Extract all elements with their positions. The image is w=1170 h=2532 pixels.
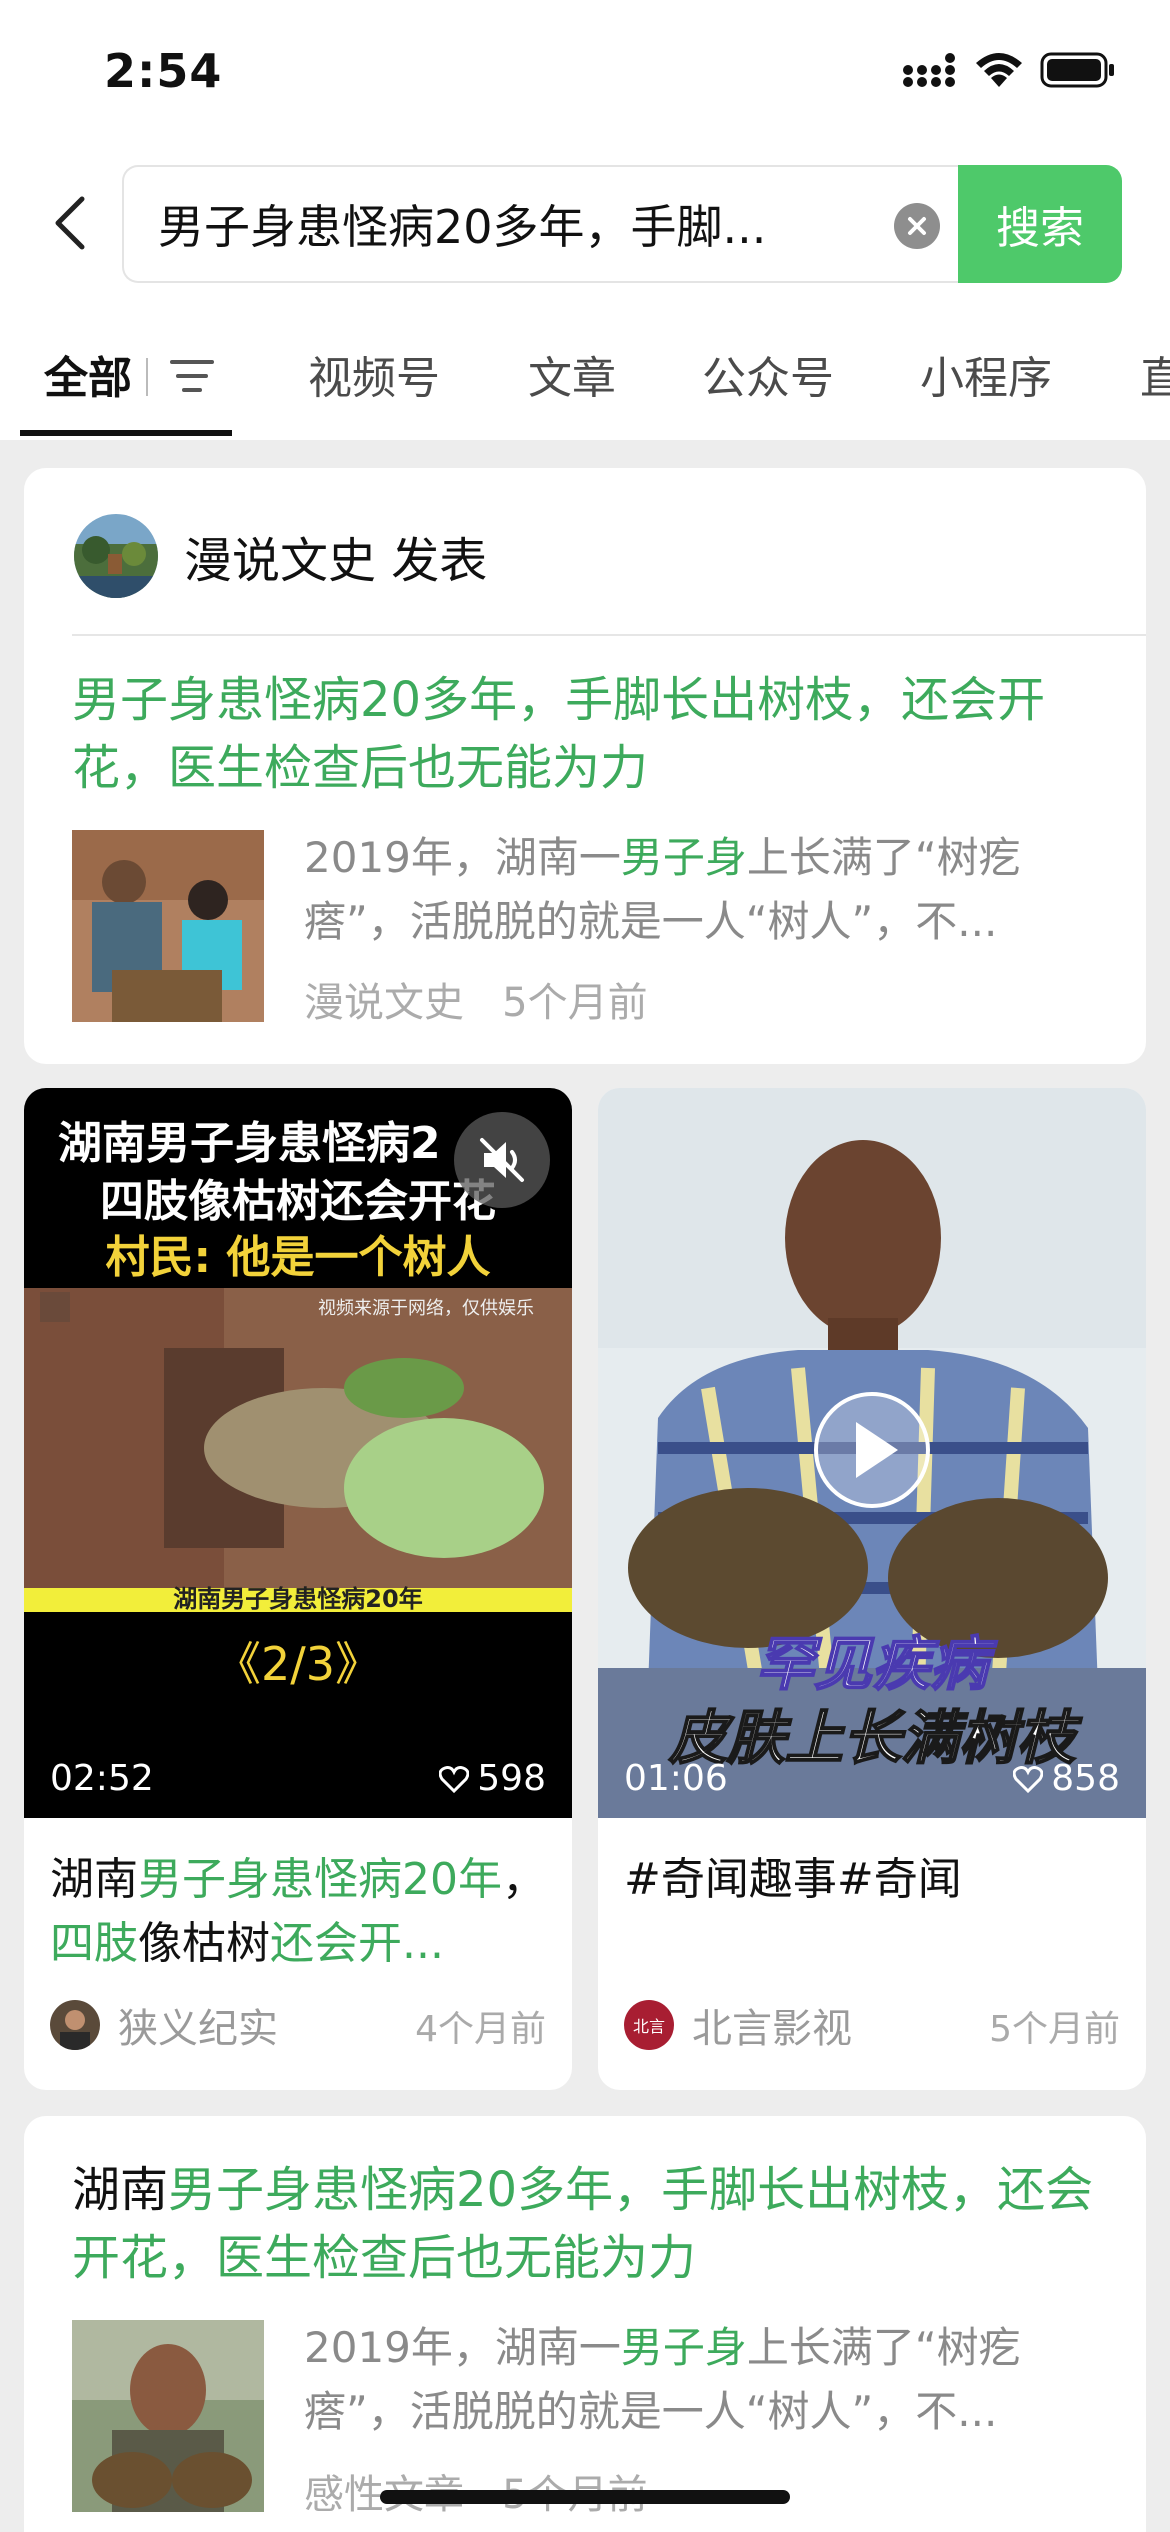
tab-all[interactable]: 全部 [44, 342, 132, 406]
wifi-icon [976, 53, 1022, 87]
video-duration: 01:06 [624, 1758, 728, 1799]
search-input[interactable]: 男子身患怪病20多年，手脚... [122, 165, 962, 283]
mute-button[interactable] [454, 1112, 550, 1208]
article-card[interactable]: 漫说文史 发表 男子身患怪病20多年，手脚长出树枝，还会开花，医生检查后也无能为… [24, 468, 1146, 1064]
article-time: 5个月前 [502, 980, 648, 1026]
video-time: 5个月前 [989, 2009, 1120, 2050]
author-row[interactable]: 漫说文史 发表 [74, 514, 487, 598]
video-caption[interactable]: 湖南男子身患怪病20年，四肢像枯树还会开... [50, 1848, 550, 1976]
article-title[interactable]: 男子身患怪病20多年，手脚长出树枝，还会开花，医生检查后也无能为力 [72, 666, 1112, 802]
divider [72, 634, 1146, 636]
video-part-label: 《2/3》 [215, 1637, 381, 1691]
article-snippet: 2019年，湖南一男子身上长满了“树疙瘩”，活脱脱的就是一人“树人”，不... [304, 2323, 1021, 2436]
video-likes-count: 858 [1051, 1758, 1120, 1799]
video-overlay-line1: 罕见疾病 [756, 1630, 998, 1698]
video-subtitle: 湖南男子身患怪病20年 [173, 1585, 422, 1613]
avatar [74, 514, 158, 598]
category-tabs: 全部 视频号 文章 公众号 小程序 直 [0, 330, 1170, 440]
article-title[interactable]: 湖南男子身患怪病20多年，手脚长出树枝，还会开花，医生检查后也无能为力 [72, 2156, 1112, 2292]
video-likes-count: 598 [477, 1758, 546, 1799]
video-overlay-line2: 四肢像枯树还会开花 [100, 1176, 496, 1227]
article-snippet: 2019年，湖南一男子身上长满了“树疙瘩”，活脱脱的就是一人“树人”，不... [304, 833, 1021, 946]
status-icons [902, 50, 1116, 90]
avatar: 北言 [624, 2000, 674, 2050]
video-card[interactable]: 村民: 他是一个树人 湖南男子身患怪病2 四肢像枯树还会开花 视频来源于网络，仅… [24, 1088, 572, 2090]
video-duration: 02:52 [50, 1758, 154, 1799]
close-icon [908, 217, 926, 235]
video-player[interactable]: 村民: 他是一个树人 湖南男子身患怪病2 四肢像枯树还会开花 视频来源于网络，仅… [24, 1088, 572, 1818]
search-query-text: 男子身患怪病20多年，手脚... [158, 200, 767, 254]
heart-icon [439, 1765, 470, 1793]
video-author[interactable]: 狭义纪实 [50, 1996, 278, 2054]
tab-active-indicator [20, 430, 232, 436]
chevron-left-icon [55, 196, 85, 250]
video-watermark: 视频来源于网络，仅供娱乐 [318, 1298, 534, 1319]
article-thumbnail [72, 2320, 264, 2512]
avatar-logo-text: 北言 [632, 2017, 665, 2036]
tab-channels[interactable]: 视频号 [308, 342, 440, 406]
article-card[interactable]: 湖南男子身患怪病20多年，手脚长出树枝，还会开花，医生检查后也无能为力 2019… [24, 2116, 1146, 2532]
back-button[interactable] [40, 188, 100, 258]
author-name: 漫说文史 发表 [184, 533, 488, 589]
tab-divider [146, 358, 148, 396]
article-source: 漫说文史 [304, 980, 464, 1026]
cellular-signal-icon [903, 53, 955, 87]
home-indicator [380, 2490, 790, 2504]
video-player[interactable]: 罕见疾病 皮肤上长满树枝 01:06 858 [598, 1088, 1146, 1818]
video-overlay-line3: 村民: 他是一个树人 [106, 1232, 491, 1283]
tab-official-accounts[interactable]: 公众号 [702, 342, 834, 406]
tab-live[interactable]: 直 [1140, 342, 1170, 406]
article-meta: 漫说文史 5个月前 [304, 970, 648, 1028]
avatar [50, 2000, 100, 2050]
video-time: 4个月前 [415, 2009, 546, 2050]
article-thumbnail [72, 830, 264, 1022]
search-button[interactable]: 搜索 [958, 165, 1122, 283]
top-bar: 2:54 男子身患怪病20多年，手脚... 搜索 全部 视频号 文章 公众号 小… [0, 0, 1170, 440]
video-author-name: 北言影视 [692, 2006, 852, 2052]
filter-icon[interactable] [170, 356, 214, 400]
video-likes[interactable]: 598 [439, 1758, 546, 1799]
video-likes[interactable]: 858 [1013, 1758, 1120, 1799]
status-time: 2:54 [104, 44, 223, 98]
clear-search-button[interactable] [894, 203, 940, 249]
video-caption[interactable]: #奇闻趣事#奇闻 [624, 1848, 1124, 1912]
tab-mini-programs[interactable]: 小程序 [920, 342, 1052, 406]
video-card[interactable]: 罕见疾病 皮肤上长满树枝 01:06 858 #奇闻趣事#奇闻 北言 北言影视 … [598, 1088, 1146, 2090]
video-author[interactable]: 北言 北言影视 [624, 1996, 852, 2054]
video-author-name: 狭义纪实 [118, 2006, 278, 2052]
video-overlay-line1: 湖南男子身患怪病2 [58, 1118, 441, 1169]
mute-icon [480, 1138, 524, 1182]
heart-icon [1013, 1765, 1044, 1793]
tab-articles[interactable]: 文章 [528, 342, 616, 406]
battery-icon [1040, 52, 1114, 88]
